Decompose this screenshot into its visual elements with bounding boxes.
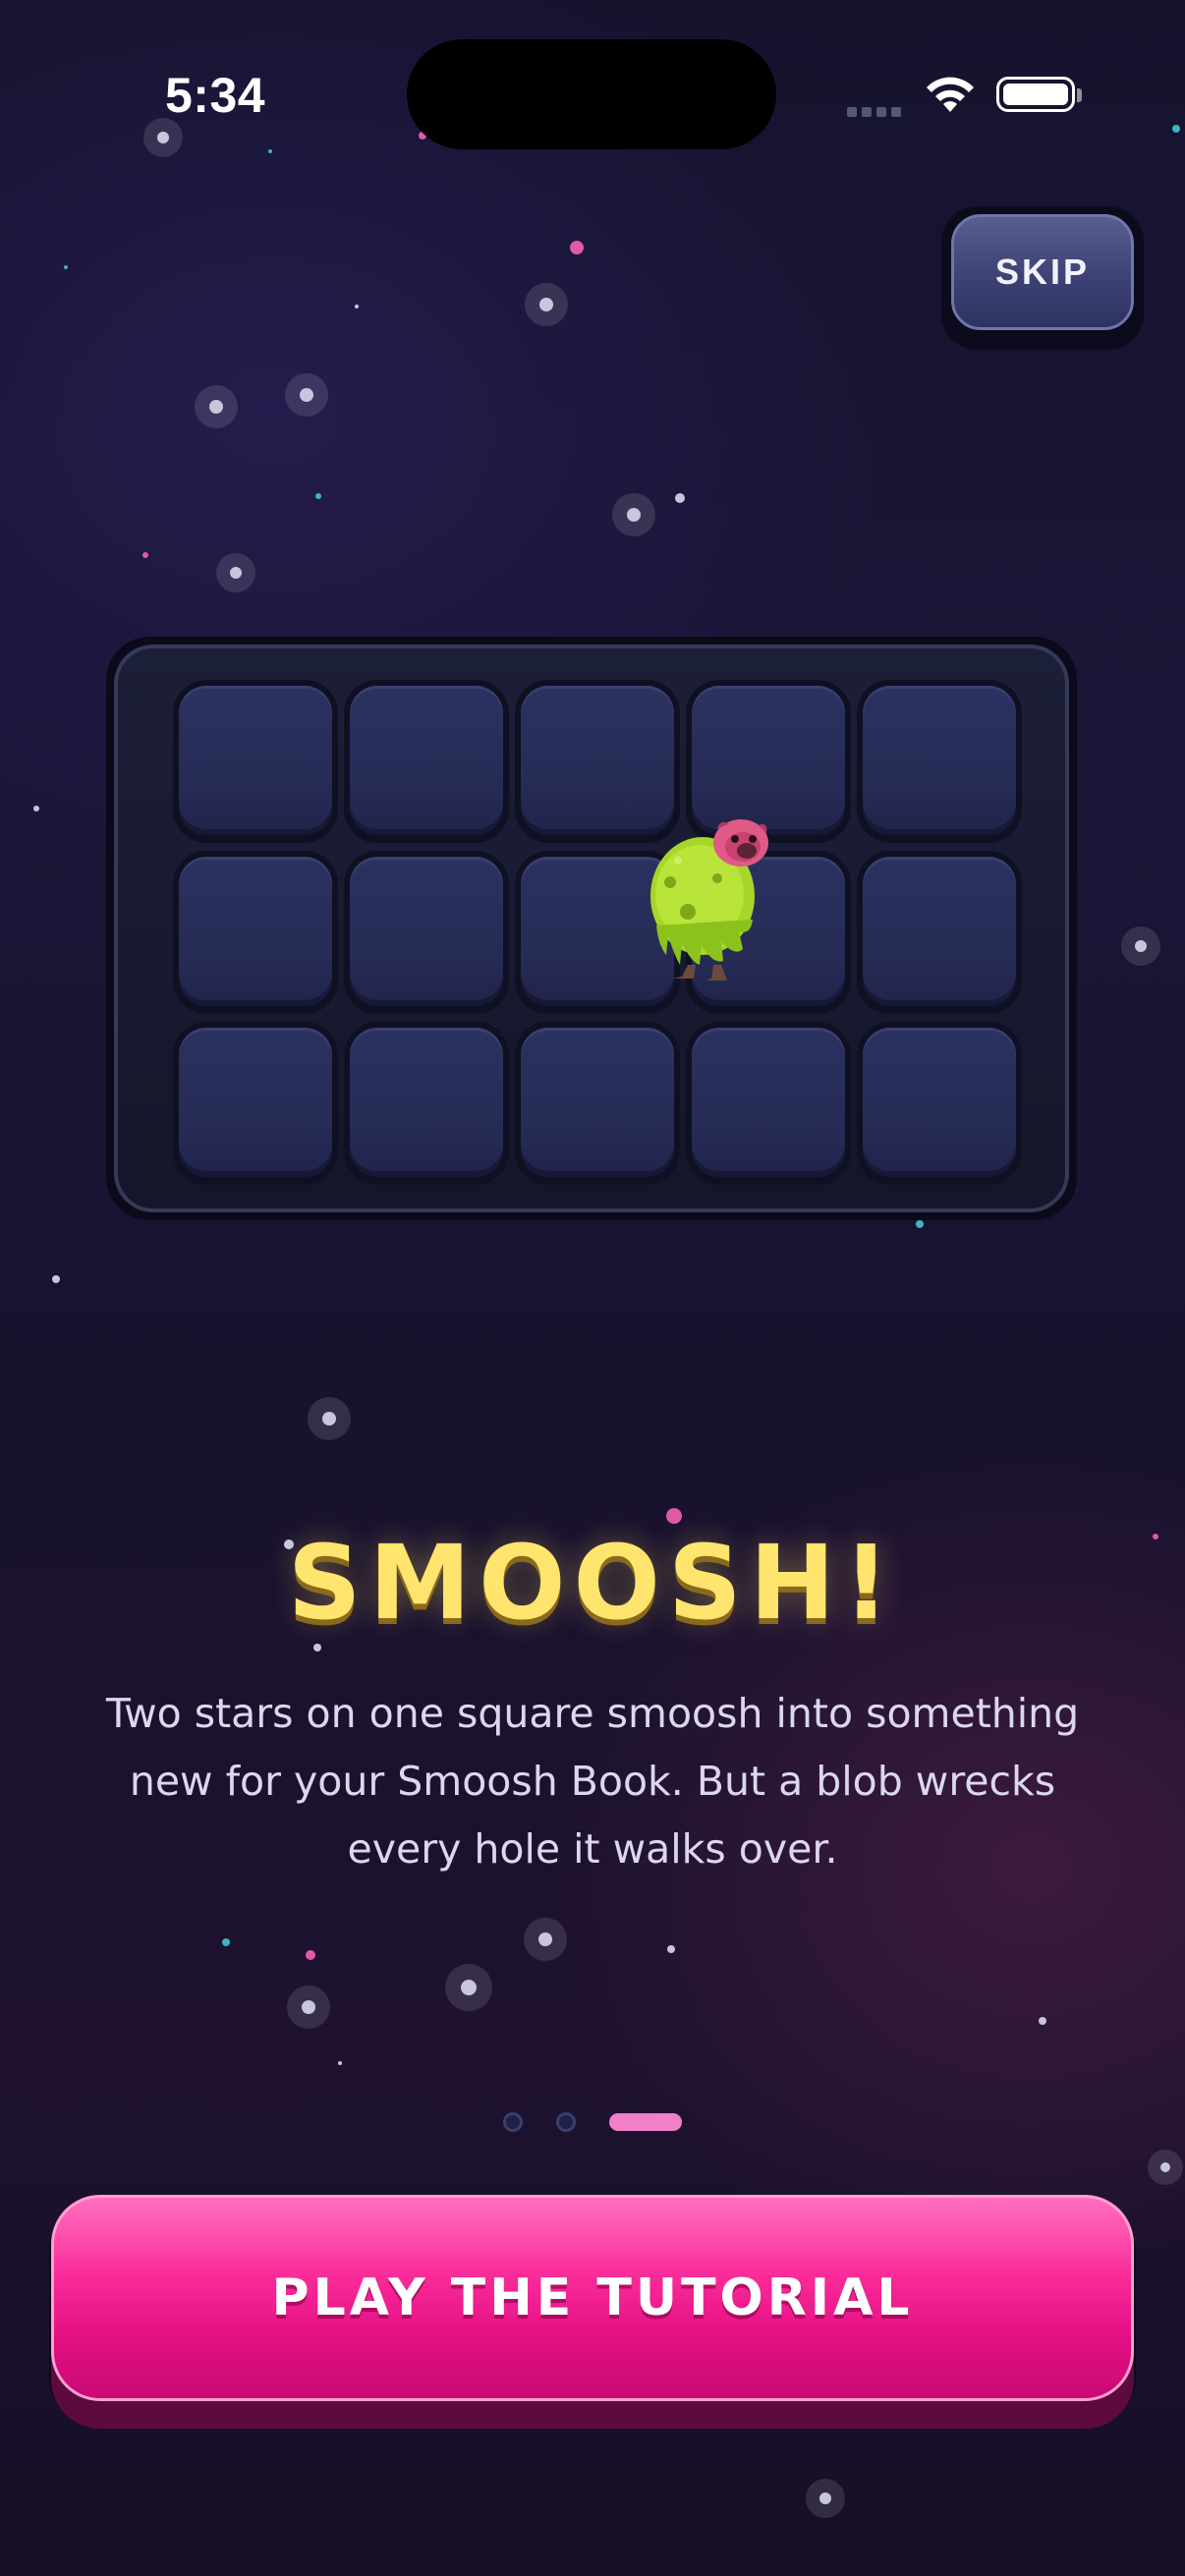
board-cell[interactable] [173,851,338,1014]
board-cell-face [179,686,332,835]
game-board [106,637,1077,1220]
board-cell[interactable] [857,1022,1022,1185]
wifi-icon [927,77,974,112]
board-cell[interactable] [857,680,1022,843]
board-cell[interactable] [173,1022,338,1185]
board-cell[interactable] [344,851,509,1014]
board-cell-face [179,1028,332,1177]
board-cell[interactable] [344,680,509,843]
board-cell[interactable] [686,1022,851,1185]
board-cell[interactable] [173,680,338,843]
skip-button[interactable]: SKIP [951,214,1134,330]
game-board-panel [114,644,1069,1212]
board-cell-face [863,857,1016,1006]
skip-button-frame: SKIP [941,206,1144,350]
board-cell[interactable] [515,1022,680,1185]
board-cell-face [692,686,845,835]
page-dot-2[interactable] [556,2112,576,2132]
board-cell-face [350,1028,503,1177]
board-cell-face [350,686,503,835]
board-cell-face [692,1028,845,1177]
play-tutorial-button[interactable]: PLAY THE TUTORIAL [51,2195,1134,2401]
battery-full-icon [996,77,1075,112]
board-cell-face [521,1028,674,1177]
board-cell-face [179,857,332,1006]
board-cell-face [521,686,674,835]
pagination-indicator [0,2110,1185,2134]
board-cell[interactable] [857,851,1022,1014]
page-title: SMOOSH! [287,1523,898,1643]
starfield-background [33,118,1183,2518]
board-cell-face [863,686,1016,835]
page-dot-3-active[interactable] [609,2113,682,2131]
board-cell-face [350,857,503,1006]
board-cell[interactable] [344,1022,509,1185]
cellular-signal-icon [847,102,906,121]
dynamic-island [407,39,776,149]
board-cell-face [863,1028,1016,1177]
blob-creature-icon [650,819,768,980]
page-dot-1[interactable] [503,2112,523,2132]
battery-tip [1077,88,1082,102]
status-time: 5:34 [165,68,266,123]
page-description: Two stars on one square smoosh into some… [105,1690,1080,1873]
